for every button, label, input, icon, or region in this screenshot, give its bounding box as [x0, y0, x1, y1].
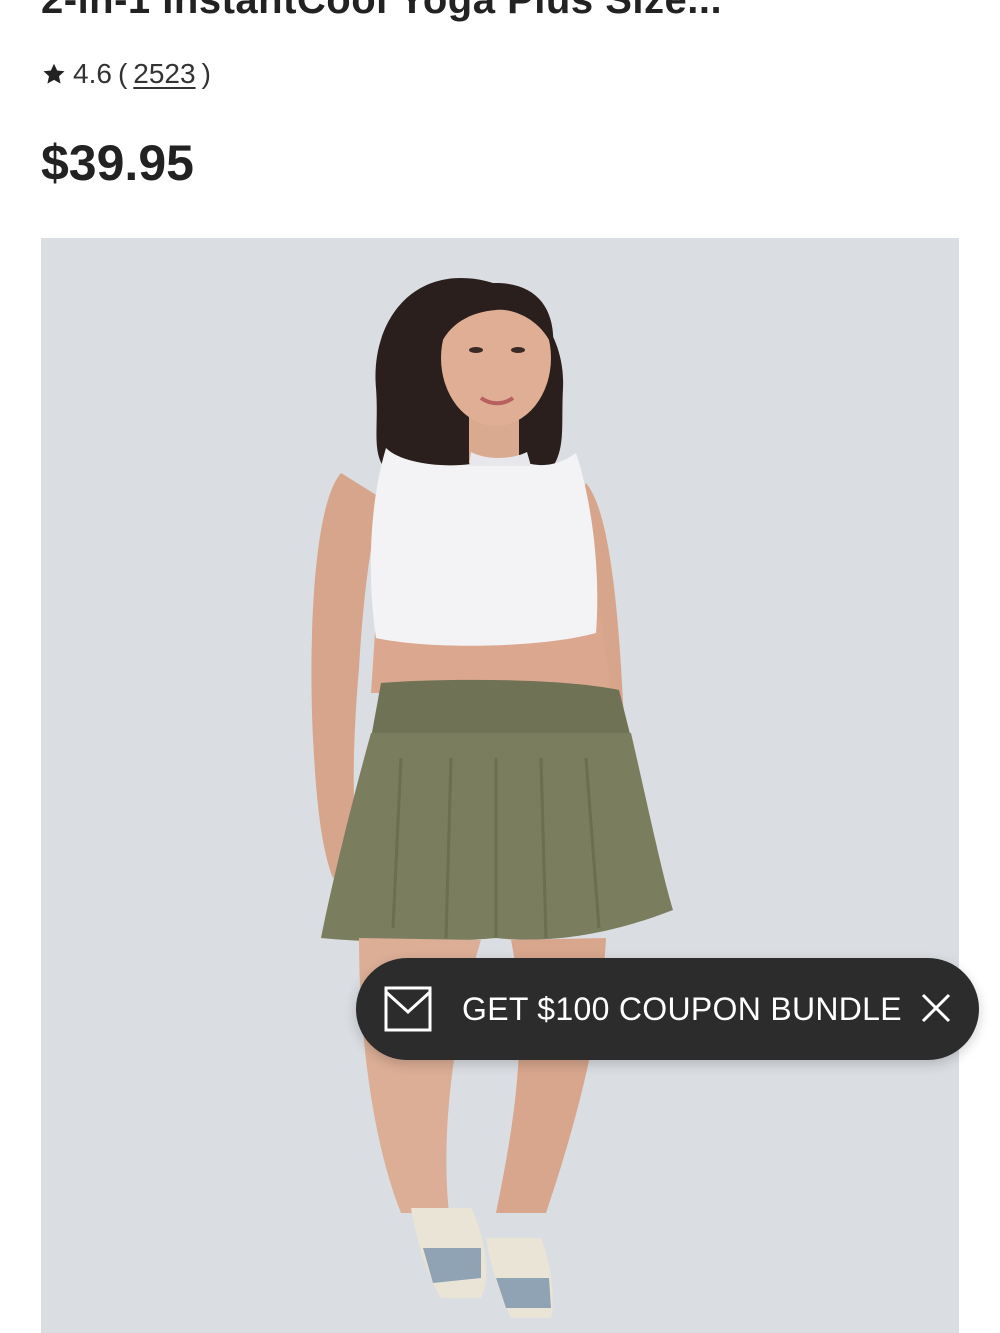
product-image[interactable] [41, 238, 959, 1333]
product-price: $39.95 [41, 135, 194, 191]
mail-icon [384, 986, 432, 1032]
product-title[interactable]: 2-in-1 InstantCool Yoga Plus Size... [41, 0, 722, 23]
coupon-banner[interactable]: GET $100 COUPON BUNDLE [356, 958, 979, 1060]
rating-paren-open: ( [117, 58, 128, 89]
star-icon [43, 63, 65, 84]
rating-paren-close: ) [201, 58, 211, 89]
rating-value: 4.6 [73, 58, 112, 89]
rating-row: 4.6 ( 2523 ) [41, 58, 211, 90]
coupon-banner-label[interactable]: GET $100 COUPON BUNDLE [462, 991, 902, 1028]
review-count-link[interactable]: 2523 [133, 58, 195, 90]
product-page: 2-in-1 InstantCool Yoga Plus Size... 4.6… [0, 0, 1000, 1333]
close-icon[interactable] [920, 992, 952, 1024]
